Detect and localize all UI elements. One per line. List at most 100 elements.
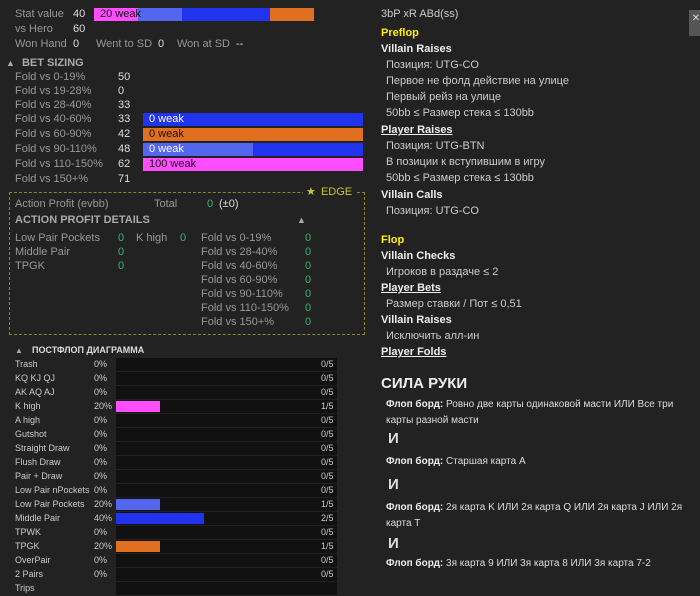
postflop-row-count: 0/5 xyxy=(321,359,334,369)
bet-sizing-bar-label: 0 weak xyxy=(149,143,184,155)
condition-item: Исключить алл-ин xyxy=(386,330,480,342)
postflop-bar-track: 2/5 xyxy=(116,512,337,525)
bet-sizing-bar: 0 weak xyxy=(143,128,363,141)
total-value: 0 xyxy=(207,198,214,210)
postflop-row-percent: 0% xyxy=(94,485,108,495)
postflop-bar xyxy=(116,401,160,412)
condition-item: Позиция: UTG-CO xyxy=(386,205,479,217)
bet-sizing-label: Fold vs 28-40% xyxy=(15,99,92,111)
collapse-icon[interactable]: ▲ xyxy=(297,213,306,227)
postflop-row-count: 0/5 xyxy=(321,373,334,383)
bet-sizing-value: 62 xyxy=(118,158,131,170)
postflop-row-label: Trash xyxy=(15,359,38,369)
postflop-bar-track: 0/5 xyxy=(116,526,337,539)
postflop-row-count: 0/5 xyxy=(321,569,334,579)
edge-item-label: TPGK xyxy=(15,260,45,272)
bet-sizing-header[interactable]: ▲ BET SIZING xyxy=(6,56,84,70)
condition-item: Первое не фолд действие на улице xyxy=(386,75,569,87)
filter-panel: 3bP xR ABd(ss) ✕ Preflop Villain Raises … xyxy=(372,0,700,587)
postflop-row-percent: 0% xyxy=(94,443,108,453)
postflop-row-label: Gutshot xyxy=(15,429,47,439)
close-icon[interactable]: ✕ xyxy=(689,10,700,36)
edge-item-value: 0 xyxy=(305,246,312,258)
villain-checks-heading: Villain Checks xyxy=(381,250,456,262)
postflop-row-count: 1/5 xyxy=(321,401,334,411)
vs-hero-label: vs Hero xyxy=(15,23,53,35)
bet-sizing-title: BET SIZING xyxy=(21,57,84,69)
postflop-row-percent: 0% xyxy=(94,457,108,467)
postflop-row-percent: 0% xyxy=(94,387,108,397)
edge-item-value: 0 xyxy=(180,232,187,244)
postflop-bar-track: 0/5 xyxy=(116,470,337,483)
condition-item: 50bb ≤ Размер стека ≤ 130bb xyxy=(386,107,534,119)
postflop-row-percent: 0% xyxy=(94,429,108,439)
postflop-row-count: 0/5 xyxy=(321,429,334,439)
postflop-row-percent: 0% xyxy=(94,373,108,383)
player-folds-heading[interactable]: Player Folds xyxy=(381,346,446,358)
collapse-icon[interactable]: ▲ xyxy=(15,346,23,355)
postflop-row: KQ KJ QJ 0% 0/5 xyxy=(12,372,337,386)
postflop-row-label: Straight Draw xyxy=(15,443,70,453)
postflop-row: AK AQ AJ 0% 0/5 xyxy=(12,386,337,400)
vs-hero-value: 60 xyxy=(73,23,86,35)
postflop-row: Middle Pair 40% 2/5 xyxy=(12,512,337,526)
postflop-row-percent: 0% xyxy=(94,555,108,565)
condition-item: Позиция: UTG-BTN xyxy=(386,140,485,152)
postflop-row-label: KQ KJ QJ xyxy=(15,373,56,383)
postflop-row-percent: 0% xyxy=(94,527,108,537)
edge-item-value: 0 xyxy=(305,316,312,328)
postflop-row-percent: 0% xyxy=(94,415,108,425)
bet-sizing-value: 50 xyxy=(118,71,131,83)
postflop-row-count: 0/5 xyxy=(321,527,334,537)
postflop-row-label: Low Pair Pockets xyxy=(15,499,85,509)
player-bets-heading[interactable]: Player Bets xyxy=(381,282,441,294)
hand-strength-condition: Флоп борд: 2я карта K ИЛИ 2я карта Q ИЛИ… xyxy=(386,502,683,529)
postflop-row-percent: 20% xyxy=(94,401,113,411)
edge-item-label: Fold vs 40-60% xyxy=(201,260,278,272)
postflop-bar-track: 0/5 xyxy=(116,554,337,567)
preflop-heading: Preflop xyxy=(381,27,419,39)
postflop-row-label: 2 Pairs xyxy=(15,569,44,579)
postflop-row-label: TPGK xyxy=(15,541,40,551)
player-raises-heading[interactable]: Player Raises xyxy=(381,124,453,136)
postflop-row: Gutshot 0% 0/5 xyxy=(12,428,337,442)
condition-item: Размер ставки / Пот ≤ 0,51 xyxy=(386,298,522,310)
postflop-bar-track: 0/5 xyxy=(116,456,337,469)
postflop-row-count: 1/5 xyxy=(321,499,334,509)
postflop-row-count: 0/5 xyxy=(321,387,334,397)
postflop-row-label: K high xyxy=(15,401,41,411)
edge-item-label: Middle Pair xyxy=(15,246,71,258)
postflop-row-label: Middle Pair xyxy=(15,513,61,523)
bet-sizing-value: 33 xyxy=(118,99,131,111)
edge-item-value: 0 xyxy=(305,302,312,314)
postflop-header[interactable]: ▲ ПОСТФЛОП ДИАГРАММА xyxy=(15,343,144,357)
star-icon: ★ xyxy=(306,186,316,198)
postflop-row: TPGK 20% 1/5 xyxy=(12,540,337,554)
filter-title: 3bP xR ABd(ss) xyxy=(381,8,459,20)
hand-strength-condition: Флоп борд: 3я карта 9 ИЛИ 3я карта 8 ИЛИ… xyxy=(386,558,651,569)
edge-item-value: 0 xyxy=(118,260,125,272)
bet-sizing-label: Fold vs 0-19% xyxy=(15,71,86,83)
postflop-bar-track: 0/5 xyxy=(116,428,337,441)
postflop-row: Trips xyxy=(12,582,337,596)
bet-sizing-label: Fold vs 110-150% xyxy=(15,158,103,170)
bet-sizing-value: 33 xyxy=(118,113,131,125)
stat-value: 40 xyxy=(73,8,86,20)
bet-sizing-value: 48 xyxy=(118,143,131,155)
postflop-bar xyxy=(116,541,160,552)
postflop-row-count: 0/5 xyxy=(321,555,334,565)
postflop-row: Low Pair nPockets 0% 0/5 xyxy=(12,484,337,498)
postflop-row-percent: 40% xyxy=(94,513,113,523)
flop-heading: Flop xyxy=(381,234,405,246)
edge-item-label: Fold vs 0-19% xyxy=(201,232,272,244)
collapse-icon[interactable]: ▲ xyxy=(6,58,15,68)
postflop-row: OverPair 0% 0/5 xyxy=(12,554,337,568)
condition-item: Игроков в раздаче ≤ 2 xyxy=(386,266,499,278)
edge-item-label: Fold vs 110-150% xyxy=(201,302,289,314)
postflop-row-label: TPWK xyxy=(15,527,41,537)
edge-item-label: Fold vs 60-90% xyxy=(201,274,278,286)
postflop-bar xyxy=(116,513,204,524)
bet-sizing-value: 0 xyxy=(118,85,125,97)
hand-strength-condition: Флоп борд: Ровно две карты одинаковой ма… xyxy=(386,399,674,426)
edge-item-label: Fold vs 150+% xyxy=(201,316,275,328)
